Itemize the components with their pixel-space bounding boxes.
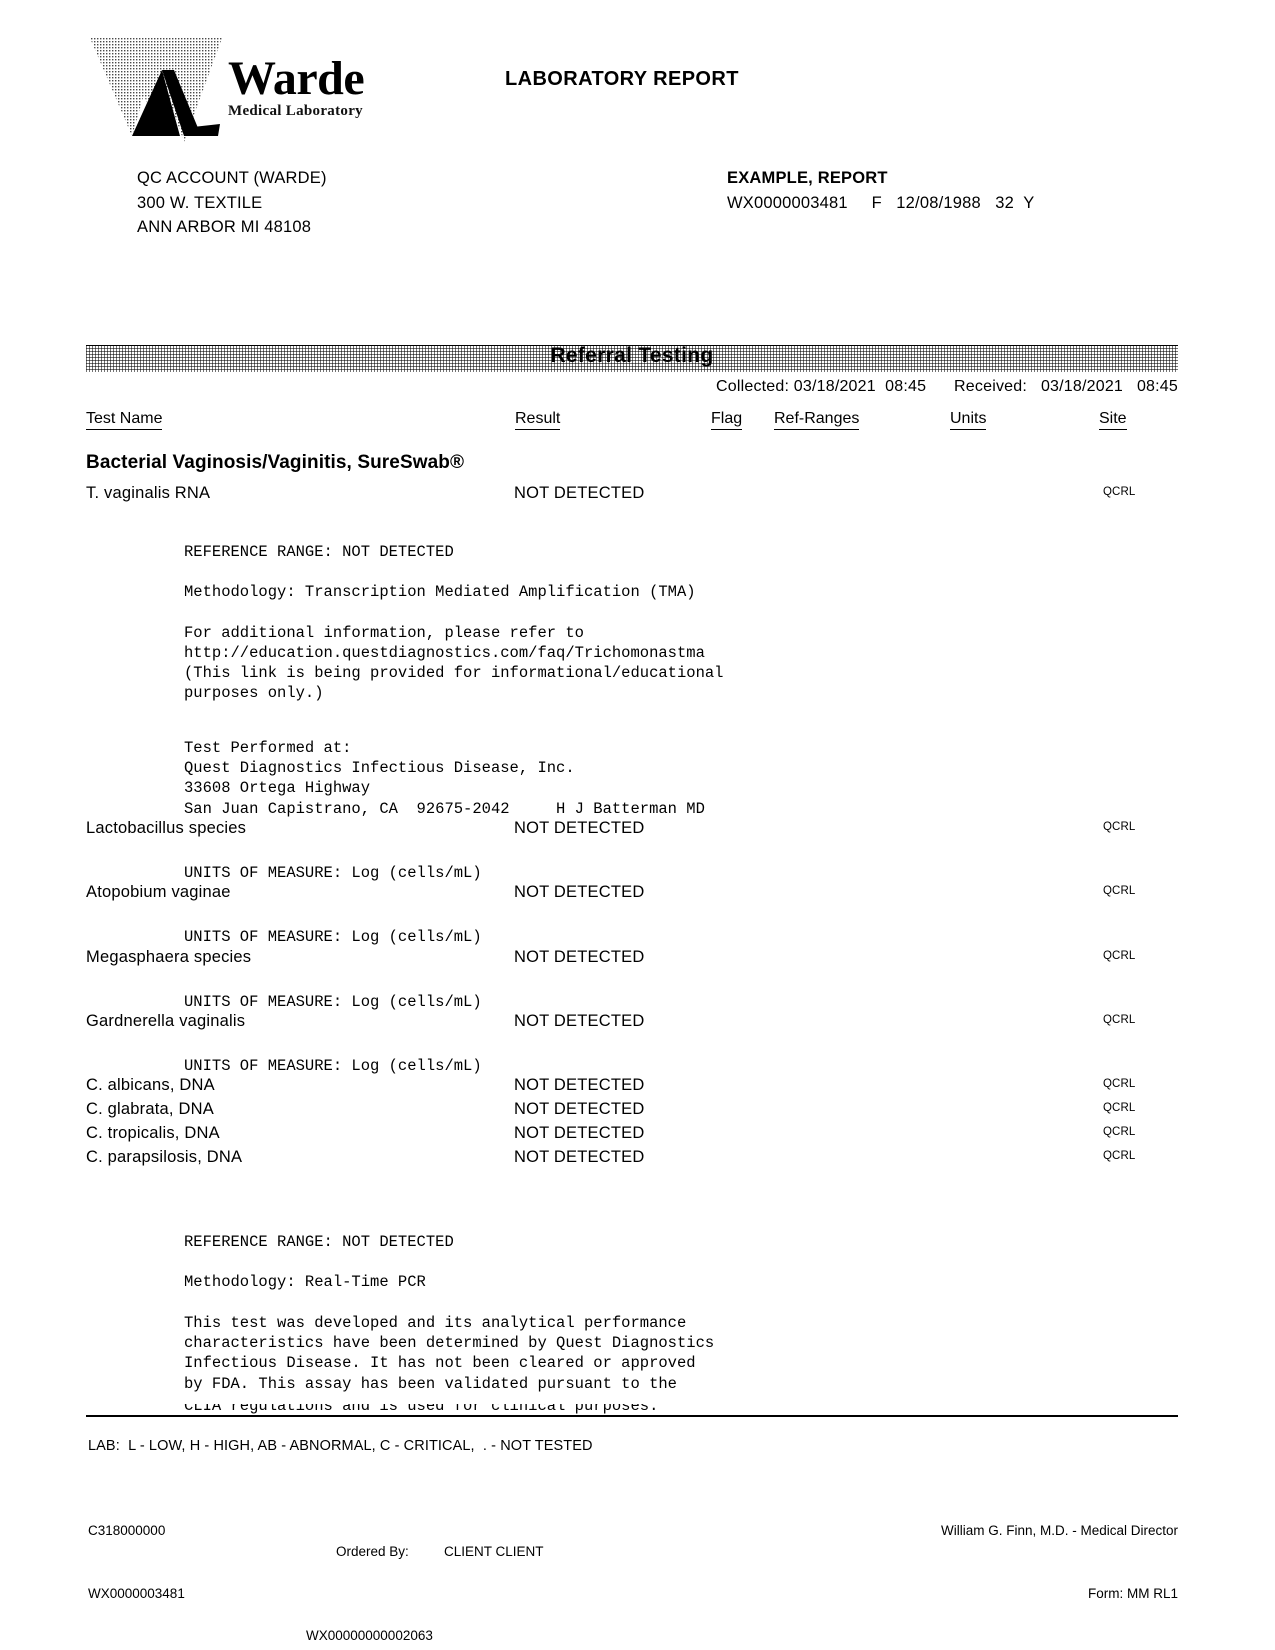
footer-accession: C318000000 — [88, 1523, 166, 1538]
comment-candida-methodology: Methodology: Real-Time PCR — [184, 1273, 426, 1292]
section-title: Referral Testing — [550, 344, 714, 367]
result-test-name: Gardnerella vaginalis — [86, 1011, 246, 1030]
result-value: NOT DETECTED — [514, 1124, 645, 1143]
footer: C318000000 WX0000003481 Printed D&T: 03/… — [88, 1478, 1178, 1650]
result-value: NOT DETECTED — [514, 818, 645, 837]
result-test-name: C. parapsilosis, DNA — [86, 1148, 243, 1167]
result-test-name: Lactobacillus species — [86, 818, 247, 837]
comment-units-of-measure: UNITS OF MEASURE: Log (cells/mL) — [184, 863, 482, 882]
lab-logo: Warde Medical Laboratory — [88, 30, 388, 142]
result-value: NOT DETECTED — [514, 484, 645, 502]
logo-wordmark: Warde — [228, 52, 365, 105]
comment-units-of-measure: UNITS OF MEASURE: Log (cells/mL) — [184, 928, 482, 947]
warde-triangle-logo-icon — [90, 38, 222, 142]
comment-methodology: Methodology: Transcription Mediated Ampl… — [184, 583, 696, 602]
results-body: Bacterial Vaginosis/Vaginitis, SureSwab®… — [86, 452, 1178, 1394]
result-value: NOT DETECTED — [514, 883, 645, 902]
result-site: QCRL — [1103, 1150, 1136, 1163]
footer-form: Form: MM RL1 — [1087, 1586, 1178, 1601]
table-row: Megasphaera species NOT DETECTED QCRL — [86, 948, 1178, 972]
footer-page-number: PAGE 1 OF 3 — [941, 1646, 1178, 1650]
table-row: T. vaginalis RNA NOT DETECTED QCRL — [86, 484, 1178, 508]
client-name: QC ACCOUNT (WARDE) — [137, 169, 327, 187]
flag-legend: LAB: L - LOW, H - HIGH, AB - ABNORMAL, C… — [88, 1438, 593, 1454]
column-header-ref-ranges: Ref-Ranges — [774, 410, 860, 430]
comment-additional-info: For additional information, please refer… — [184, 623, 724, 703]
page-title: LABORATORY REPORT — [505, 68, 739, 90]
column-header-units: Units — [950, 410, 987, 430]
table-row: Atopobium vaginae NOT DETECTED QCRL — [86, 883, 1178, 907]
client-city-state-zip: ANN ARBOR MI 48108 — [137, 218, 312, 236]
footer-left: C318000000 WX0000003481 Printed D&T: 03/… — [88, 1478, 258, 1650]
footer-right: William G. Finn, M.D. - Medical Director… — [941, 1478, 1178, 1650]
ordered-by-value: CLIENT CLIENT — [444, 1544, 544, 1559]
footer-divider — [86, 1415, 1178, 1417]
patient-info: EXAMPLE, REPORT WX0000003481 F 12/08/198… — [727, 166, 1034, 215]
comment-units-of-measure: UNITS OF MEASURE: Log (cells/mL) — [184, 992, 482, 1011]
lab-report-page: Warde Medical Laboratory LABORATORY REPO… — [0, 0, 1275, 1650]
comment-units-of-measure: UNITS OF MEASURE: Log (cells/mL) — [184, 1056, 482, 1075]
table-row: C. tropicalis, DNA NOT DETECTED QCRL — [86, 1124, 1178, 1148]
comment-reference-range: REFERENCE RANGE: NOT DETECTED — [184, 543, 454, 561]
result-site: QCRL — [1103, 949, 1136, 962]
table-row: C. glabrata, DNA NOT DETECTED QCRL — [86, 1100, 1178, 1124]
result-test-name: T. vaginalis RNA — [86, 484, 211, 502]
comment-candida-reference-range: REFERENCE RANGE: NOT DETECTED — [184, 1233, 454, 1252]
ordered-by-label: Ordered By: — [336, 1544, 409, 1559]
result-site: QCRL — [1103, 1013, 1136, 1026]
footer-ordered-by: Ordered By: CLIENT CLIENT WX0000000000206… — [306, 1478, 544, 1650]
patient-demographics: WX0000003481 F 12/08/1988 32 Y — [727, 193, 1035, 212]
table-row: Lactobacillus species NOT DETECTED QCRL — [86, 819, 1178, 843]
result-value: NOT DETECTED — [514, 1076, 645, 1095]
table-row: Gardnerella vaginalis NOT DETECTED QCRL — [86, 1012, 1178, 1036]
result-site: QCRL — [1103, 1078, 1136, 1091]
result-test-name: Megasphaera species — [86, 947, 252, 966]
logo-subtitle: Medical Laboratory — [228, 103, 363, 119]
column-header-site: Site — [1099, 410, 1127, 430]
client-street: 300 W. TEXTILE — [137, 193, 263, 212]
result-value: NOT DETECTED — [514, 1100, 645, 1119]
result-site: QCRL — [1103, 1102, 1136, 1115]
result-test-name: C. glabrata, DNA — [86, 1100, 214, 1119]
collected-received-line: Collected: 03/18/2021 08:45 Received: 03… — [715, 378, 1178, 395]
footer-order-number: WX00000000002063 — [306, 1628, 433, 1643]
comment-candida-disclaimer: This test was developed and its analytic… — [184, 1313, 715, 1393]
column-header-test-name: Test Name — [86, 410, 163, 430]
column-header-result: Result — [515, 410, 561, 430]
result-value: NOT DETECTED — [514, 1011, 645, 1030]
result-test-name: Atopobium vaginae — [86, 883, 231, 902]
result-site: QCRL — [1103, 486, 1136, 498]
result-test-name: C. albicans, DNA — [86, 1076, 215, 1095]
results-column-headers: Test Name Result Flag Ref-Ranges Units S… — [86, 410, 1178, 434]
result-value: NOT DETECTED — [514, 947, 645, 966]
footer-printed: Printed D&T: 03/18/21 08:49 — [88, 1646, 258, 1650]
patient-name: EXAMPLE, REPORT — [727, 169, 888, 187]
comment-test-performed-at: Test Performed at: Quest Diagnostics Inf… — [184, 738, 705, 818]
client-address: QC ACCOUNT (WARDE) 300 W. TEXTILE ANN AR… — [137, 166, 327, 240]
table-row: C. albicans, DNA NOT DETECTED QCRL — [86, 1076, 1178, 1100]
table-row: C. parapsilosis, DNA NOT DETECTED QCRL — [86, 1148, 1178, 1172]
section-banner: Referral Testing — [86, 344, 1178, 372]
result-test-name: C. tropicalis, DNA — [86, 1124, 220, 1143]
result-site: QCRL — [1103, 820, 1136, 833]
column-header-flag: Flag — [711, 410, 743, 430]
panel-title: Bacterial Vaginosis/Vaginitis, SureSwab® — [86, 452, 465, 473]
result-site: QCRL — [1103, 1126, 1136, 1139]
result-site: QCRL — [1103, 885, 1136, 898]
footer-medical-director: William G. Finn, M.D. - Medical Director — [940, 1523, 1178, 1538]
footer-patient-id: WX0000003481 — [88, 1586, 185, 1601]
result-value: NOT DETECTED — [514, 1148, 645, 1167]
